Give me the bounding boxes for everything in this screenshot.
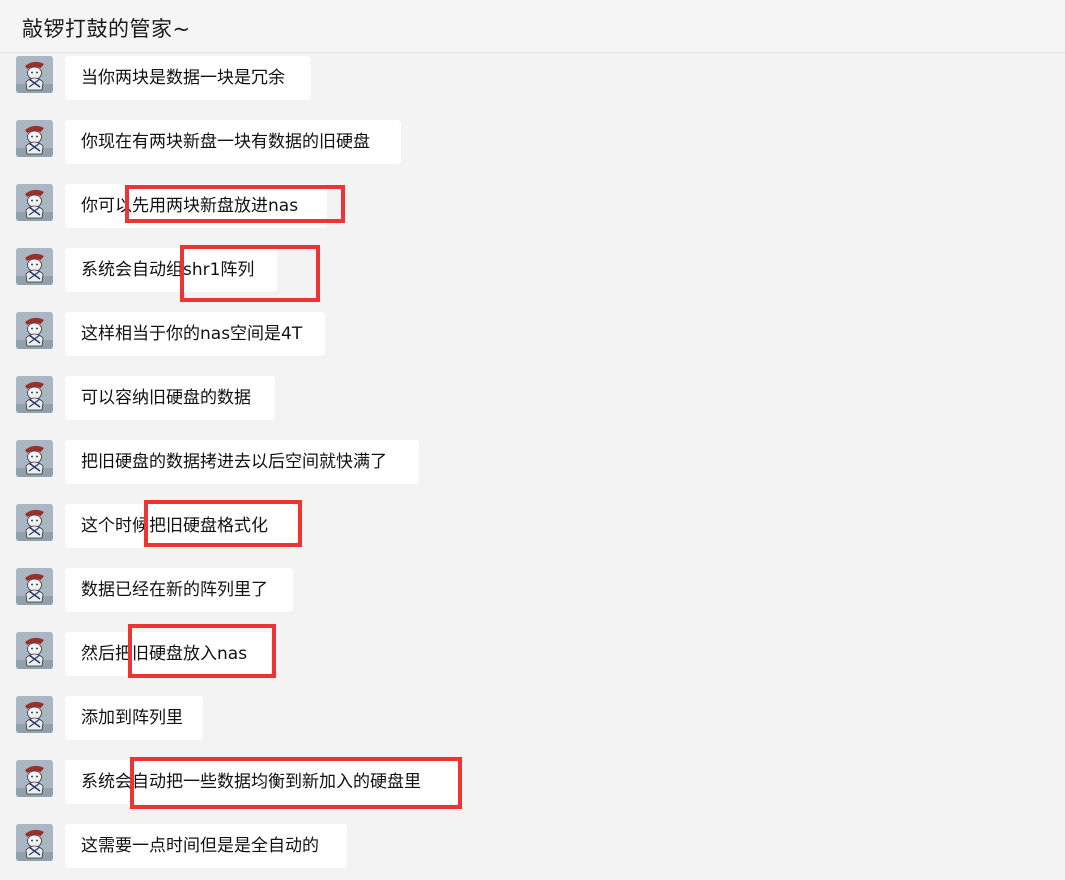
avatar[interactable] [16,760,53,797]
message-bubble[interactable]: 系统会自动把一些数据均衡到新加入的硬盘里 [65,760,459,804]
avatar[interactable] [16,696,53,733]
avatar[interactable] [16,184,53,221]
message-bubble[interactable]: 这需要一点时间但是是全自动的 [65,824,347,868]
message-bubble[interactable]: 你现在有两块新盘一块有数据的旧硬盘 [65,120,401,164]
message-list[interactable]: 当你两块是数据一块是冗余 你现在有两块新盘一块有数据的旧硬盘 你可以先用两块新盘… [0,54,1065,880]
message-bubble[interactable]: 系统会自动组shr1阵列 [65,248,277,292]
chat-title: 敲锣打鼓的管家~ [22,17,191,41]
message-bubble[interactable]: 把旧硬盘的数据拷进去以后空间就快满了 [65,440,419,484]
chat-header: 敲锣打鼓的管家~ [0,0,1065,53]
avatar[interactable] [16,120,53,157]
message-bubble[interactable]: 你可以先用两块新盘放进nas [65,184,327,228]
message-bubble[interactable]: 数据已经在新的阵列里了 [65,568,293,612]
avatar[interactable] [16,248,53,285]
avatar[interactable] [16,56,53,93]
avatar[interactable] [16,440,53,477]
avatar[interactable] [16,312,53,349]
avatar[interactable] [16,504,53,541]
message-bubble[interactable]: 这个时候把旧硬盘格式化 [65,504,297,548]
message-bubble[interactable]: 可以容纳旧硬盘的数据 [65,376,275,420]
message-bubble[interactable]: 添加到阵列里 [65,696,203,740]
avatar[interactable] [16,824,53,861]
avatar[interactable] [16,568,53,605]
avatar[interactable] [16,632,53,669]
message-bubble[interactable]: 这样相当于你的nas空间是4T [65,312,325,356]
message-bubble[interactable]: 当你两块是数据一块是冗余 [65,56,311,100]
avatar[interactable] [16,376,53,413]
message-bubble[interactable]: 然后把旧硬盘放入nas [65,632,271,676]
